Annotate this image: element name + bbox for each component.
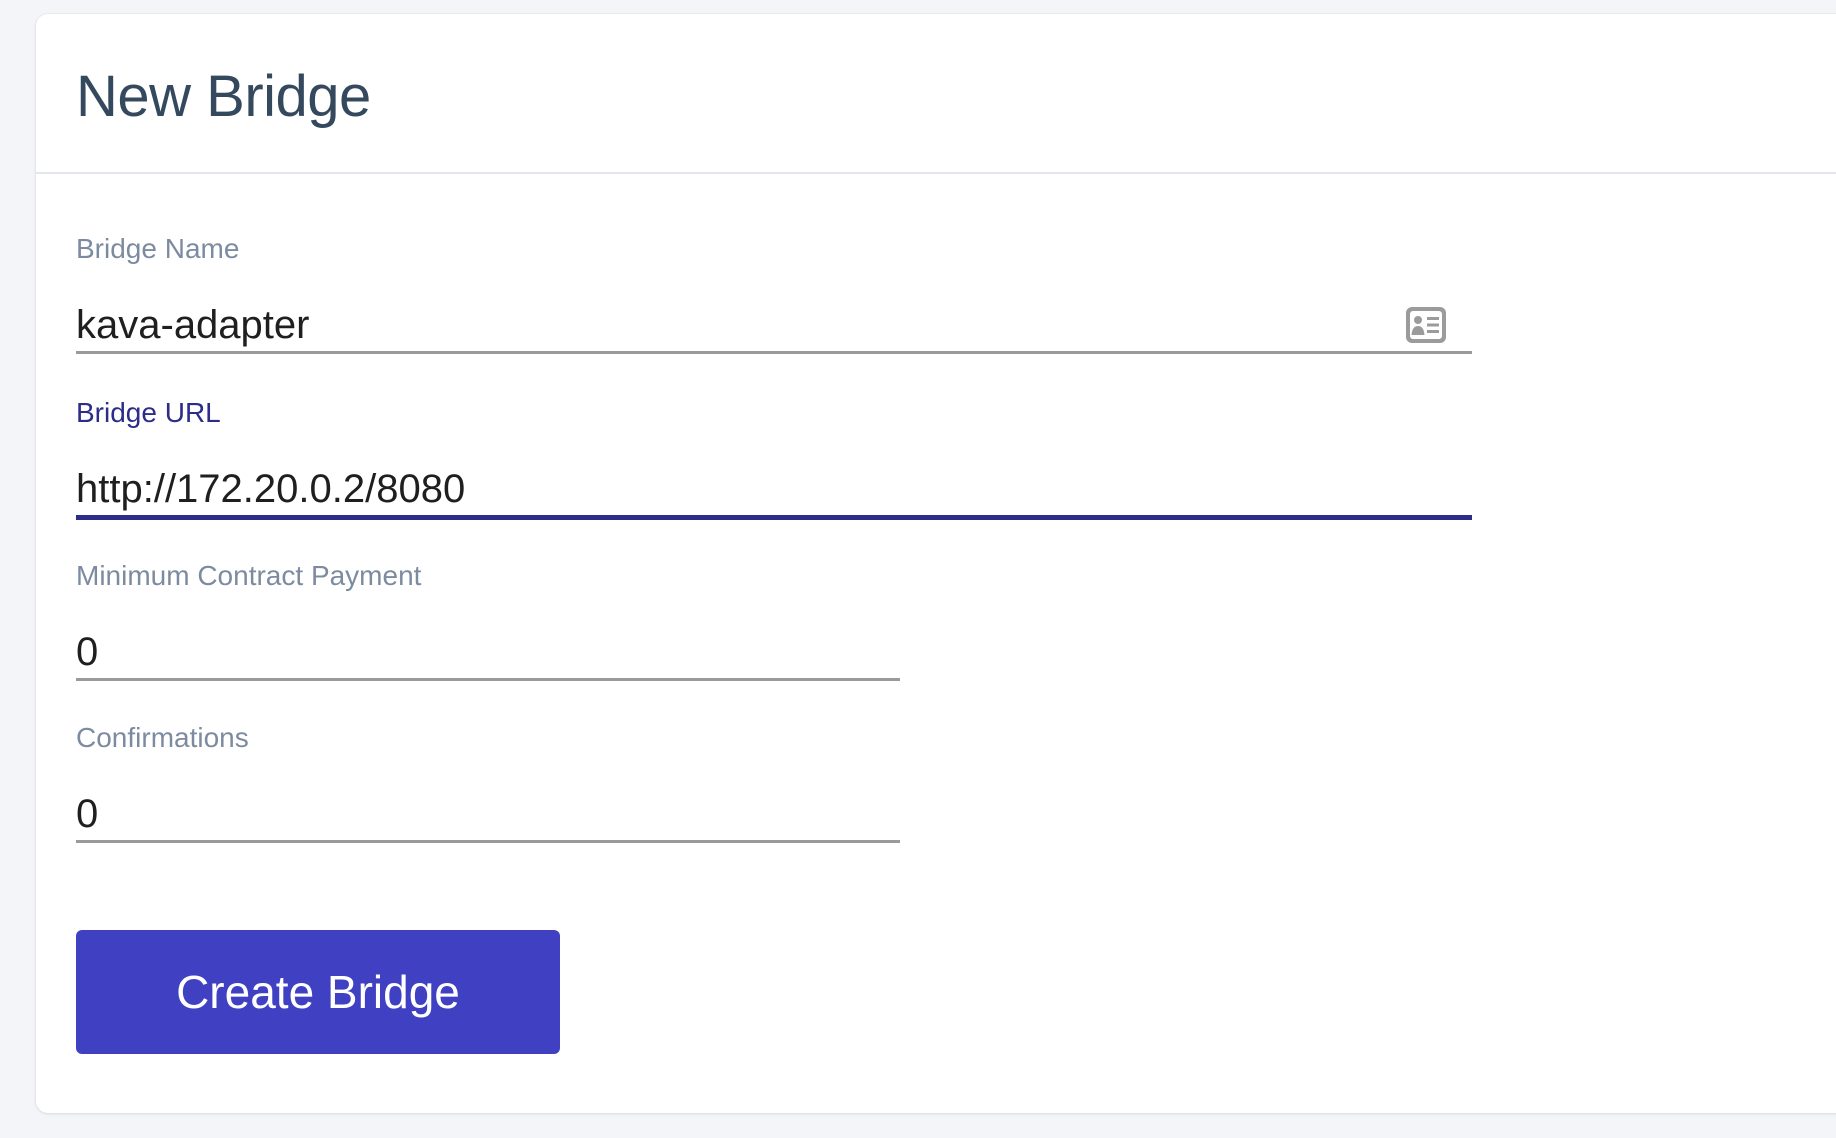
- min-contract-payment-label: Minimum Contract Payment: [76, 560, 422, 591]
- min-contract-payment-input[interactable]: [76, 625, 900, 678]
- bridge-url-field: Bridge URL: [76, 396, 1472, 520]
- contact-card-icon[interactable]: [1406, 306, 1446, 343]
- create-bridge-button[interactable]: Create Bridge: [76, 930, 560, 1054]
- confirmations-input-row: [76, 787, 900, 843]
- page-title: New Bridge: [76, 64, 371, 129]
- card-header: New Bridge: [36, 14, 1836, 174]
- bridge-name-field: Bridge Name: [76, 232, 1472, 354]
- confirmations-input[interactable]: [76, 787, 900, 840]
- bridge-url-input-row: [76, 462, 1472, 520]
- min-contract-payment-field: Minimum Contract Payment: [76, 559, 900, 681]
- bridge-name-label: Bridge Name: [76, 233, 240, 264]
- confirmations-label: Confirmations: [76, 722, 249, 753]
- bridge-url-label: Bridge URL: [76, 397, 221, 428]
- confirmations-field: Confirmations: [76, 721, 900, 843]
- new-bridge-card: New Bridge Bridge Name Bridge URL: [36, 14, 1836, 1113]
- bridge-name-input-row: [76, 298, 1472, 354]
- bridge-name-input[interactable]: [76, 298, 1472, 351]
- bridge-url-input[interactable]: [76, 462, 1472, 515]
- min-contract-payment-input-row: [76, 625, 900, 681]
